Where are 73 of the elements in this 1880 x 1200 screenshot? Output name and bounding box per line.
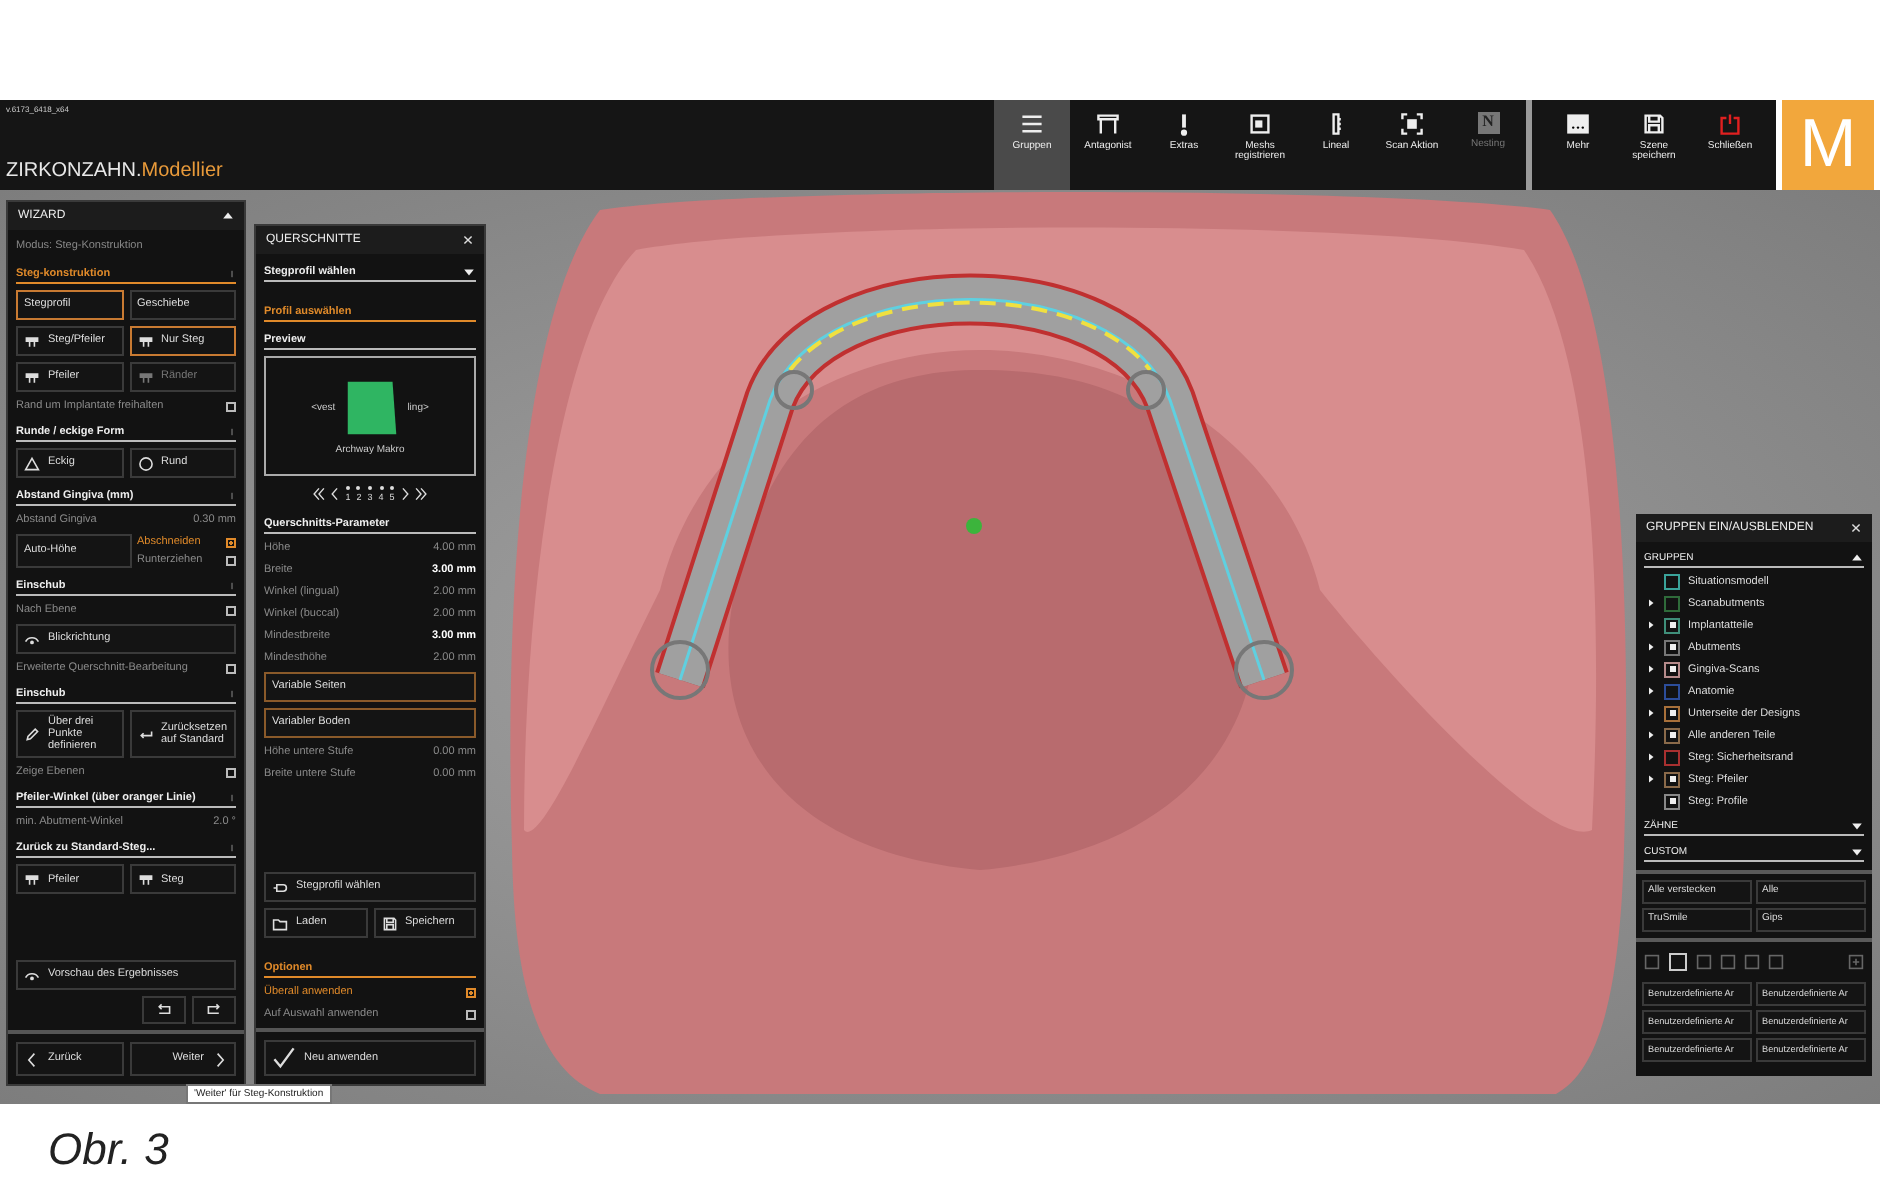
collapse-icon[interactable] [1850, 552, 1864, 564]
eye-icon [24, 631, 40, 647]
bridge-icon [24, 871, 40, 888]
redo-button[interactable] [192, 996, 236, 1024]
connector-icon [272, 879, 288, 895]
expand-icon[interactable] [1646, 598, 1656, 608]
eye-icon [24, 967, 40, 983]
expand-icon[interactable] [1646, 620, 1656, 630]
close-icon[interactable] [462, 234, 474, 246]
add-icon[interactable] [1848, 954, 1864, 970]
bridge-icon [24, 369, 40, 385]
checkbox[interactable] [226, 767, 236, 778]
group-checkbox[interactable] [1664, 727, 1680, 743]
checkbox[interactable] [466, 987, 476, 997]
collapse-icon[interactable] [222, 210, 234, 222]
letter-icon: N [1477, 112, 1499, 134]
menu-icon [1020, 112, 1044, 136]
double-chevron-right-icon[interactable] [414, 486, 429, 502]
checkbox[interactable] [226, 401, 236, 411]
dots-icon [1566, 112, 1590, 136]
group-checkbox[interactable] [1664, 793, 1680, 809]
power-icon [1718, 112, 1742, 136]
undo-button[interactable] [142, 996, 186, 1024]
close-icon[interactable] [1850, 522, 1862, 534]
checkbox[interactable] [226, 663, 236, 673]
expand-icon[interactable] [1850, 846, 1864, 858]
return-arrow-icon [137, 726, 153, 743]
expand-icon[interactable] [1850, 820, 1864, 832]
expand-icon[interactable] [1646, 774, 1656, 784]
dropdown-icon[interactable] [462, 266, 476, 278]
app-logo: M [1782, 100, 1874, 190]
checkbox[interactable] [226, 537, 236, 547]
folder-icon [272, 915, 288, 931]
undo-icon [156, 1002, 172, 1018]
bridge-icon [137, 333, 153, 349]
group-checkbox[interactable] [1664, 595, 1680, 611]
pencil-icon [24, 726, 40, 743]
focus-icon [1400, 112, 1424, 136]
bridge-icon [137, 369, 153, 385]
checkmark-icon [272, 1046, 296, 1070]
chevron-right-icon[interactable] [398, 486, 413, 502]
frame-icon [1096, 112, 1120, 136]
checkbox[interactable] [466, 1009, 476, 1019]
expand-icon[interactable] [1646, 752, 1656, 762]
chevron-left-icon [24, 1051, 40, 1067]
bridge-icon [24, 333, 40, 349]
bridge-icon [137, 871, 153, 888]
chevron-left-icon[interactable] [327, 486, 342, 502]
expand-icon[interactable] [1646, 708, 1656, 718]
circle-icon [137, 455, 153, 471]
save-icon [1642, 112, 1666, 136]
expand-icon[interactable] [1646, 642, 1656, 652]
group-checkbox[interactable] [1664, 661, 1680, 677]
double-chevron-left-icon[interactable] [311, 486, 326, 502]
triangle-icon [24, 455, 40, 471]
figure-caption: Obr. 3 [46, 1122, 171, 1176]
group-checkbox[interactable] [1664, 683, 1680, 699]
expand-icon[interactable] [1646, 686, 1656, 696]
save-icon [381, 915, 397, 931]
group-checkbox[interactable] [1664, 705, 1680, 721]
group-checkbox[interactable] [1664, 749, 1680, 765]
expand-icon[interactable] [1646, 664, 1656, 674]
group-checkbox[interactable] [1664, 617, 1680, 633]
trapezoid-icon [343, 377, 400, 437]
group-checkbox[interactable] [1664, 573, 1680, 589]
checkbox[interactable] [226, 555, 236, 565]
group-checkbox[interactable] [1664, 771, 1680, 787]
redo-icon [206, 1002, 222, 1018]
expand-icon[interactable] [1646, 730, 1656, 740]
chevron-right-icon [212, 1051, 228, 1067]
group-checkbox[interactable] [1664, 639, 1680, 655]
checkbox[interactable] [226, 605, 236, 615]
app-title: ZIRKONZAHN.Modellier [6, 160, 225, 182]
